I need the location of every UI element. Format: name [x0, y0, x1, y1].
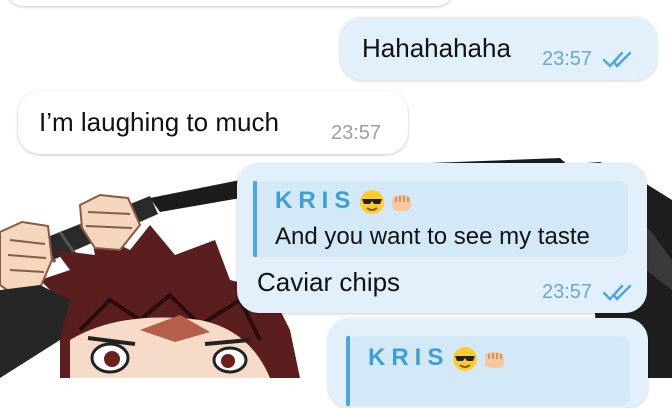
message-timestamp: 23:57 — [542, 281, 593, 303]
reply-accent-bar — [253, 181, 257, 257]
reply-accent-bar — [346, 336, 350, 406]
outgoing-message-bubble[interactable]: Hahahahaha 23:57 — [340, 17, 657, 80]
reply-author-name: KRIS — [368, 344, 450, 371]
incoming-message-bubble-cropped[interactable] — [6, 0, 454, 6]
incoming-message-bubble[interactable]: I’m laughing to much 23:57 — [18, 91, 408, 154]
reply-quoted-text: And you want to see my taste — [275, 223, 590, 250]
reply-author-name: KRIS — [275, 187, 357, 214]
read-checkmarks-icon — [602, 51, 632, 68]
message-text: I’m laughing to much — [39, 107, 279, 137]
message-timestamp: 23:57 — [331, 122, 382, 144]
sunglasses-face-emoji-icon — [453, 347, 477, 371]
outgoing-reply-message-bubble[interactable]: KRIS And you want to see my taste Caviar… — [237, 163, 647, 313]
oncoming-fist-emoji-icon — [392, 195, 411, 211]
message-text: Hahahahaha — [362, 33, 511, 63]
message-text: Caviar chips — [257, 267, 401, 297]
oncoming-fist-emoji-icon — [485, 352, 504, 368]
read-checkmarks-icon — [602, 284, 632, 301]
quoted-reply[interactable]: KRIS — [346, 336, 630, 406]
outgoing-reply-message-bubble[interactable]: KRIS — [328, 318, 648, 408]
sunglasses-face-emoji-icon — [360, 190, 384, 214]
message-timestamp: 23:57 — [542, 48, 593, 70]
quoted-reply[interactable]: KRIS And you want to see my taste — [253, 181, 628, 257]
